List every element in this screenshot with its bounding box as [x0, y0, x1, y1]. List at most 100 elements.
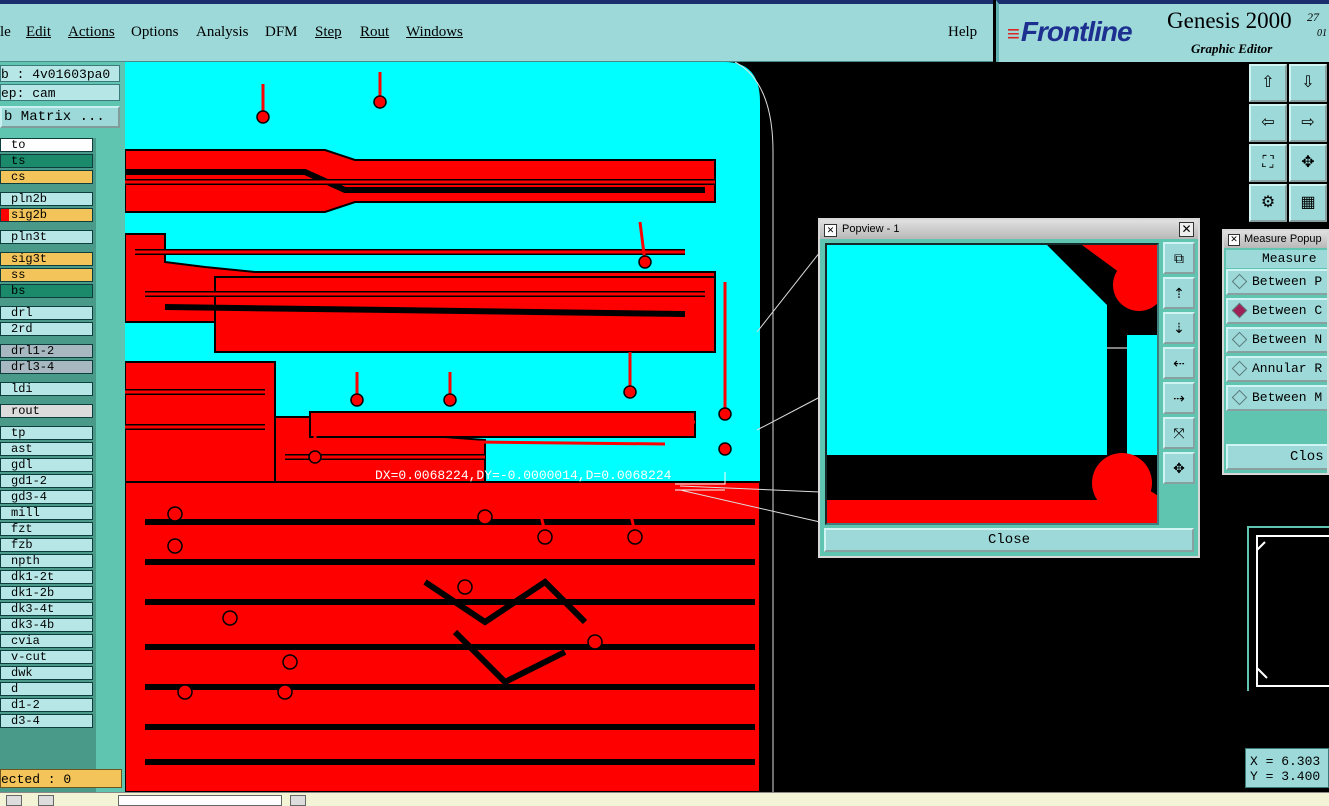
measure-popup: ✕ Measure Popup Measure Between P Betwee… — [1222, 229, 1329, 475]
selected-count: ected : 0 — [0, 769, 122, 788]
close-icon[interactable]: ✕ — [1179, 222, 1194, 237]
layer-item[interactable]: dk1-2b — [0, 586, 93, 600]
layer-item[interactable]: drl3-4 — [0, 360, 93, 374]
layer-item[interactable]: ts — [0, 154, 93, 168]
menu-rout[interactable]: Rout — [360, 24, 389, 41]
layer-label: sig2b — [11, 208, 48, 222]
layer-item[interactable]: dk3-4b — [0, 618, 93, 632]
page-up-icon[interactable]: ⇧ — [1249, 64, 1287, 102]
layer-item[interactable]: cvia — [0, 634, 93, 648]
popview-titlebar[interactable]: ✕ Popview - 1 ✕ — [820, 220, 1198, 239]
layer-item[interactable]: dk3-4t — [0, 602, 93, 616]
center-icon[interactable]: ✥ — [1163, 452, 1195, 484]
measure-option[interactable]: Between M — [1226, 385, 1327, 411]
layer-item[interactable]: bs — [0, 284, 93, 298]
page-down-icon[interactable]: ⇩ — [1289, 64, 1327, 102]
window-menu-icon[interactable]: ✕ — [1228, 234, 1240, 246]
layer-item[interactable]: d3-4 — [0, 714, 93, 728]
radio-icon — [1231, 302, 1248, 319]
layer-item[interactable]: dk1-2t — [0, 570, 93, 584]
version-number-sub: 01 — [1317, 28, 1327, 39]
layer-item[interactable]: ldi — [0, 382, 93, 396]
move-left-icon[interactable]: ⇠ — [1163, 347, 1195, 379]
product-name: Genesis 2000 — [1167, 8, 1292, 33]
layer-item[interactable]: fzb — [0, 538, 93, 552]
move-right-icon[interactable]: ⇢ — [1163, 382, 1195, 414]
layer-item[interactable]: fzt — [0, 522, 93, 536]
measure-option[interactable]: Between C — [1226, 298, 1327, 324]
menu-options[interactable]: Options — [131, 24, 179, 41]
page-left-icon[interactable]: ⇦ — [1249, 104, 1287, 142]
layer-item[interactable]: sig2b — [0, 208, 93, 222]
layer-color-mark — [1, 209, 9, 221]
menu-actions[interactable]: Actions — [68, 24, 115, 41]
job-matrix-button[interactable]: b Matrix ... — [0, 106, 120, 128]
popview-viewport[interactable] — [825, 243, 1159, 525]
measure-option[interactable]: Annular R — [1226, 356, 1327, 382]
zoom-center-icon[interactable]: ✥ — [1289, 144, 1327, 182]
layer-item[interactable]: sig3t — [0, 252, 93, 266]
layer-panel: b : 4v01603pa0 ep: cam b Matrix ... to ts… — [0, 62, 125, 800]
coord-x: X = 6.303 — [1250, 754, 1321, 769]
menu-analysis[interactable]: Analysis — [196, 24, 249, 41]
radio-icon — [1231, 331, 1248, 348]
step-name: ep: cam — [0, 84, 120, 101]
layer-item[interactable]: 2rd — [0, 322, 93, 336]
menu-edit[interactable]: Edit — [26, 24, 51, 41]
settings-icon[interactable]: ⚙ — [1249, 184, 1287, 222]
layer-item[interactable]: gdl — [0, 458, 93, 472]
layer-item[interactable]: mill — [0, 506, 93, 520]
window-menu-icon[interactable]: ✕ — [824, 224, 837, 237]
layer-item[interactable]: rout — [0, 404, 93, 418]
popview-close-button[interactable]: Close — [824, 528, 1194, 552]
grid-icon[interactable]: ▦ — [1289, 184, 1327, 222]
menu-file[interactable]: le — [0, 24, 11, 41]
layer-item[interactable]: pln3t — [0, 230, 93, 244]
layer-item[interactable]: pln2b — [0, 192, 93, 206]
move-down-icon[interactable]: ⇣ — [1163, 312, 1195, 344]
zoom-fit-icon[interactable]: ⛶ — [1249, 144, 1287, 182]
layer-item[interactable]: drl — [0, 306, 93, 320]
layer-item[interactable]: gd1-2 — [0, 474, 93, 488]
measure-close-button[interactable]: Clos — [1226, 444, 1327, 470]
page-right-icon[interactable]: ⇨ — [1289, 104, 1327, 142]
menu-dfm[interactable]: DFM — [265, 24, 298, 41]
layer-item[interactable]: v-cut — [0, 650, 93, 664]
command-field[interactable] — [118, 795, 282, 806]
layer-item[interactable]: gd3-4 — [0, 490, 93, 504]
menu-windows[interactable]: Windows — [406, 24, 463, 41]
status-bar — [0, 792, 1329, 806]
radio-icon — [1231, 389, 1248, 406]
measure-titlebar[interactable]: ✕ Measure Popup — [1224, 231, 1327, 248]
layer-item[interactable]: d — [0, 682, 93, 696]
measure-readout: DX=0.0068224,DY=-0.0000014,D=0.0068224 — [375, 468, 672, 483]
zoom-icon[interactable]: ⧉ — [1163, 242, 1195, 274]
layer-item[interactable]: to — [0, 138, 93, 152]
radio-icon — [1231, 360, 1248, 377]
layer-item[interactable]: d1-2 — [0, 698, 93, 712]
menu-help[interactable]: Help — [948, 24, 977, 41]
menu-step[interactable]: Step — [315, 24, 342, 41]
status-icon[interactable] — [6, 795, 22, 806]
layer-item[interactable]: npth — [0, 554, 93, 568]
measure-option[interactable]: Between N — [1226, 327, 1327, 353]
popview-window: ✕ Popview - 1 ✕ ⧉ ⇡ ⇣ ⇠ ⇢ ⤧ ✥ Close — [818, 218, 1200, 558]
product-subtitle: Graphic Editor — [1191, 41, 1273, 56]
layer-item[interactable]: cs — [0, 170, 93, 184]
move-up-icon[interactable]: ⇡ — [1163, 277, 1195, 309]
coord-y: Y = 3.400 — [1250, 769, 1321, 784]
status-icon[interactable] — [38, 795, 54, 806]
layer-item[interactable]: drl1-2 — [0, 344, 93, 358]
popview-toolbar: ⧉ ⇡ ⇣ ⇠ ⇢ ⤧ ✥ — [1163, 242, 1198, 525]
brand-header: ≡Frontline Genesis 2000 27 01 Graphic Ed… — [996, 0, 1329, 62]
layer-item[interactable]: dwk — [0, 666, 93, 680]
layer-item[interactable]: ast — [0, 442, 93, 456]
overview-map[interactable] — [1247, 526, 1329, 691]
layer-item[interactable]: ss — [0, 268, 93, 282]
layer-item[interactable]: tp — [0, 426, 93, 440]
fit-icon[interactable]: ⤧ — [1163, 417, 1195, 449]
cursor-coordinates: X = 6.303 Y = 3.400 — [1245, 748, 1329, 788]
overview-artwork — [1256, 535, 1329, 687]
status-icon[interactable] — [290, 795, 306, 806]
measure-option[interactable]: Between P — [1226, 269, 1327, 295]
